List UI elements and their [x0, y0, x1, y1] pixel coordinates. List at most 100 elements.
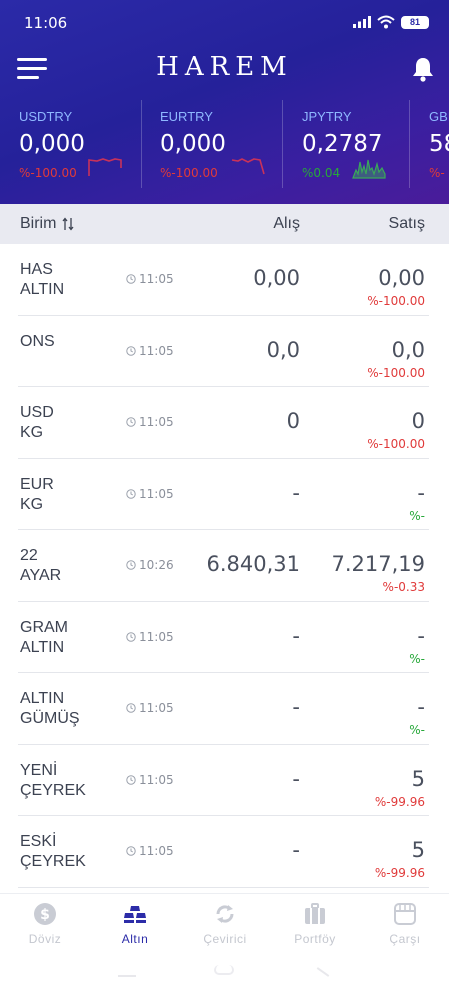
ticker-change: %-100.00 [160, 166, 218, 180]
row-alis: - [292, 695, 300, 719]
row-satis: 0,00 [378, 266, 425, 290]
ticker-item-eurtry[interactable]: EURTRY 0,000 %-100.00 [160, 100, 280, 188]
row-name: ALTIN GÜMÜŞ [20, 690, 80, 727]
header: 11:06 81 HAREM USDTRY 0,000 %-100.00 EUR… [0, 0, 449, 204]
row-change: %- [409, 723, 425, 737]
ticker-value: 0,000 [160, 131, 226, 157]
row-satis: 0,0 [391, 337, 425, 362]
gesture-home-icon [214, 965, 234, 975]
clock-icon [126, 417, 136, 427]
status-time: 11:06 [24, 14, 68, 32]
row-alis: - [292, 838, 300, 862]
ticker-sparkline [88, 158, 122, 176]
row-time: 11:05 [126, 344, 174, 358]
ticker-item-jpytry[interactable]: JPYTRY 0,2787 %0.04 [302, 100, 412, 188]
table-row[interactable]: HAS ALTIN 11:05 0,00 0,00 %-100.00 [18, 244, 429, 316]
row-time-value: 11:05 [139, 415, 174, 429]
row-name: 22 AYAR [20, 547, 62, 584]
currency-icon: $ [34, 903, 56, 925]
wifi-icon [377, 15, 395, 29]
clock-icon [126, 488, 136, 499]
table-row[interactable]: GRAM ALTIN 11:05 - - %- [18, 602, 429, 673]
row-alis: 6.840,31 [206, 552, 300, 576]
table-row[interactable]: YENİ ÇEYREK 11:05 - 5 %-99.96 [18, 745, 429, 816]
row-time: 11:05 [126, 272, 174, 286]
ticker-divider [282, 100, 283, 188]
table-row[interactable]: 22 AYAR 10:26 6.840,31 7.217,19 %-0.33 [18, 530, 429, 602]
ticker-sparkline [231, 158, 265, 175]
ticker-divider [141, 100, 142, 188]
ticker-item-usdtry[interactable]: USDTRY 0,000 %-100.00 [19, 100, 139, 188]
ticker-item-gbptry[interactable]: GBI 58 %- [429, 100, 449, 188]
clock-icon [126, 345, 136, 356]
battery-icon: 81 [401, 15, 429, 29]
nav-carsi[interactable]: Çarşı [360, 894, 449, 958]
ticker-strip[interactable]: USDTRY 0,000 %-100.00 EURTRY 0,000 %-100… [0, 100, 449, 196]
svg-text:$: $ [40, 907, 50, 923]
table-row[interactable]: ONS 11:05 0,0 0,0 %-100.00 [18, 316, 429, 387]
row-alis: 0,0 [266, 337, 300, 362]
nav-label: Portföy [294, 932, 336, 946]
nav-label: Altın [121, 932, 149, 946]
system-gesture-bar [0, 957, 449, 1000]
row-name: USD KG [20, 404, 54, 441]
clock-icon [126, 703, 136, 713]
ticker-symbol: EURTRY [160, 109, 213, 124]
sort-icon [62, 217, 74, 231]
table-row[interactable]: EUR KG 11:05 - - %- [18, 459, 429, 530]
row-time-value: 11:05 [139, 701, 174, 715]
row-time-value: 11:05 [139, 272, 174, 286]
brand-logo: HAREM [156, 52, 293, 82]
nav-label: Döviz [28, 932, 62, 946]
row-change: %-0.33 [382, 580, 425, 594]
row-satis: 0 [411, 409, 425, 433]
gesture-menu-icon [118, 975, 136, 977]
table-row[interactable]: USD KG 11:05 0 0 %-100.00 [18, 387, 429, 459]
row-alis: - [292, 480, 300, 505]
ticker-change: %0.04 [302, 166, 341, 180]
nav-portfoy[interactable]: Portföy [270, 894, 360, 958]
row-name: YENİ ÇEYREK [20, 761, 86, 799]
bell-icon[interactable] [411, 56, 435, 82]
ticker-sparkline [352, 159, 386, 179]
row-time: 11:05 [126, 773, 174, 787]
row-satis: 5 [411, 766, 425, 791]
ticker-value: 58 [429, 131, 449, 157]
nav-cevirici[interactable]: Çevirici [180, 894, 270, 958]
table-row[interactable]: ALTIN GÜMÜŞ 11:05 - - %- [18, 673, 429, 745]
row-change: %-99.96 [374, 866, 425, 880]
row-change: %-100.00 [367, 437, 425, 451]
gesture-back-icon [316, 967, 330, 977]
row-satis: - [417, 480, 425, 505]
row-change: %-100.00 [367, 365, 425, 380]
row-time: 11:05 [126, 844, 174, 858]
row-time: 11:05 [126, 630, 174, 644]
column-satis-label: Satış [388, 215, 425, 232]
clock-icon [126, 846, 136, 856]
nav-doviz[interactable]: $ Döviz [0, 894, 90, 958]
row-satis: 5 [411, 838, 425, 862]
row-change: %- [409, 651, 425, 666]
row-time: 11:05 [126, 701, 174, 715]
nav-label: Çevirici [203, 932, 247, 946]
gold-bars-icon [124, 906, 146, 923]
ticker-value: 0,000 [19, 131, 85, 157]
row-satis: - [417, 695, 425, 719]
clock-icon [126, 274, 136, 284]
sort-birim[interactable]: Birim [20, 215, 74, 233]
row-time: 11:05 [126, 487, 174, 501]
row-change: %-99.96 [374, 794, 425, 809]
row-satis: 7.217,19 [331, 552, 425, 576]
row-alis: - [292, 623, 300, 648]
signal-icon [353, 16, 371, 28]
nav-altin[interactable]: Altın [90, 894, 180, 958]
table-header: Birim Alış Satış [0, 204, 449, 244]
status-bar: 11:06 81 [0, 0, 449, 44]
table-row[interactable]: ESKİ ÇEYREK 11:05 - 5 %-99.96 [18, 816, 429, 888]
ticker-symbol: JPYTRY [302, 109, 352, 124]
row-alis: 0 [286, 409, 300, 433]
row-time-value: 10:26 [139, 558, 174, 572]
row-change: %- [409, 508, 425, 523]
bottom-nav: $ Döviz Altın Çevirici Portföy Çarşı [0, 893, 449, 957]
ticker-value: 0,2787 [302, 131, 383, 157]
